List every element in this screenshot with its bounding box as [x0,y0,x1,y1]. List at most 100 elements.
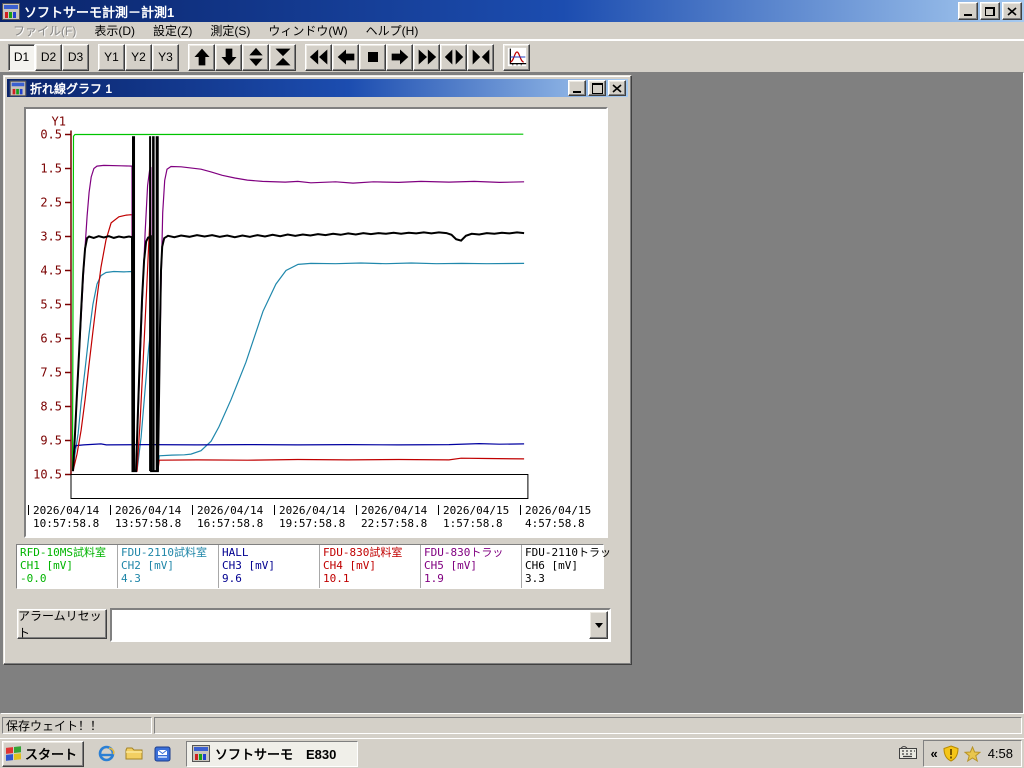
graph-maximize-button[interactable] [588,80,606,96]
compress-horizontal-button[interactable] [467,43,494,71]
x-axis-label: 2026/04/14 13:57:58.8 [110,504,192,530]
toolbar-y3-button[interactable]: Y3 [152,43,179,71]
svg-text:6.5: 6.5 [40,332,62,346]
pan-up-icon [194,48,209,66]
task-button-label: ソフトサーモ E830 [215,747,337,762]
graph-window-titlebar[interactable]: 折れ線グラフ 1 [7,79,628,97]
svg-text:3.5: 3.5 [40,230,62,244]
menu-help[interactable]: ヘルプ(H) [357,21,428,40]
legend-channel-4: FDU-830試料室 CH4 [mV] 10.1 [320,545,421,588]
menu-file[interactable]: ファイル(F) [4,21,85,40]
minimize-icon [964,14,972,16]
menu-settings[interactable]: 設定(Z) [144,21,201,40]
toolbar-d2-button[interactable]: D2 [35,43,62,71]
taskbar: スタート ソフトサーモ E830 « 4:58 [0,738,1024,768]
toolbar-d1-button[interactable]: D1 [8,43,35,71]
graph-close-button[interactable] [608,80,626,96]
toolbar-y2-button[interactable]: Y2 [125,43,152,71]
legend-channel-1: RFD-10MS試料室 CH1 [mV] -0.0 [17,545,118,588]
graph-minimize-icon [573,91,581,93]
desktop: ソフトサーモ計測－計測1 ファイル(F) 表示(D) 設定(Z) 測定(S) ウ… [0,0,1024,768]
expand-horizontal-button[interactable] [440,43,467,71]
compress-vertical-icon [275,48,290,66]
legend-channel-2: FDU-2110試料室 CH2 [mV] 4.3 [118,545,219,588]
svg-text:7.5: 7.5 [40,366,62,380]
x-axis-label: 2026/04/14 10:57:58.8 [28,504,110,530]
svg-text:2.5: 2.5 [40,196,62,210]
status-message: 保存ウェイト！！ [2,717,152,734]
pan-up-button[interactable] [188,43,215,71]
menu-window[interactable]: ウィンドウ(W) [259,21,356,40]
x-axis-label: 2026/04/14 22:57:58.8 [356,504,438,530]
pan-down-button[interactable] [215,43,242,71]
x-axis-label: 2026/04/15 1:57:58.8 [438,504,520,530]
close-button[interactable] [1002,2,1022,20]
toolbar-y1-button[interactable]: Y1 [98,43,125,71]
taskbar-clock: 4:58 [987,746,1013,761]
alarm-reset-button[interactable]: アラームリセット [17,609,107,640]
windows-logo-icon [6,745,22,762]
expand-horizontal-icon [444,49,463,65]
task-button-softthermo[interactable]: ソフトサーモ E830 [186,740,359,767]
alarm-combo-value [116,616,587,632]
step-right-button[interactable] [386,43,413,71]
expand-vertical-button[interactable] [242,43,269,71]
channel-legend: RFD-10MS試料室 CH1 [mV] -0.0 FDU-2110試料室 CH… [16,544,611,589]
rewind-button[interactable] [305,43,332,71]
alarm-combobox[interactable] [110,608,611,642]
graph-minimize-button[interactable] [568,80,586,96]
menu-view[interactable]: 表示(D) [85,21,144,40]
mdi-workspace: 折れ線グラフ 1 0.5 1.5 2.5 3.5 4.5 5.5 6.5 7.5 8.5 9.5 1… [0,72,1024,714]
compress-horizontal-icon [472,49,489,65]
restore-icon [985,6,995,16]
alarm-combo-dropdown-button[interactable] [589,611,608,639]
x-axis-label: 2026/04/14 16:57:58.8 [192,504,274,530]
graph-window-title: 折れ線グラフ 1 [30,81,113,96]
toolbar-d3-button[interactable]: D3 [62,43,89,71]
toolbar: D1 D2 D3 Y1 Y2 Y3 [0,40,1024,73]
legend-channel-6: FDU-2110トラッ CH6 [mV] 3.3 [525,546,611,585]
graph-window-icon [9,80,27,96]
window-title: ソフトサーモ計測－計測1 [24,4,175,20]
legend-channel-3: HALL CH3 [mV] 9.6 [219,545,320,588]
status-bar: 保存ウェイト！！ [0,715,1024,736]
x-axis-label: 2026/04/14 19:57:58.8 [274,504,356,530]
line-chart: 0.5 1.5 2.5 3.5 4.5 5.5 6.5 7.5 8.5 9.5 10.5 Y1 [33,115,529,499]
chart-settings-icon [507,47,526,67]
close-icon [1007,6,1017,16]
quick-launch [96,744,172,764]
system-tray: « 4:58 [923,740,1022,767]
tray-expand-chevron[interactable]: « [930,746,937,761]
fast-forward-icon [418,49,436,65]
graph-maximize-icon [591,82,603,94]
security-shield-icon[interactable] [943,745,959,762]
svg-text:Y1: Y1 [52,115,66,129]
expand-vertical-icon [248,47,263,67]
star-icon[interactable] [963,745,981,762]
chart-settings-button[interactable] [503,43,530,71]
minimize-button[interactable] [958,2,978,20]
task-app-icon [192,745,211,762]
stop-icon [367,52,378,62]
compress-vertical-button[interactable] [269,43,296,71]
restore-button[interactable] [980,2,1000,20]
keyboard-ime-icon[interactable] [899,745,918,762]
svg-text:1.5: 1.5 [40,162,62,176]
svg-text:5.5: 5.5 [40,298,62,312]
folder-icon[interactable] [124,744,144,764]
svg-text:10.5: 10.5 [33,468,62,482]
chart-panel: 0.5 1.5 2.5 3.5 4.5 5.5 6.5 7.5 8.5 9.5 10.5 Y1 202… [24,107,608,538]
legend-channel-5: FDU-830トラッ CH5 [mV] 1.9 [421,545,522,588]
svg-text:4.5: 4.5 [40,264,62,278]
start-button[interactable]: スタート [2,740,85,767]
menu-measure[interactable]: 測定(S) [201,21,259,40]
fast-forward-button[interactable] [413,43,440,71]
main-titlebar[interactable]: ソフトサーモ計測－計測1 [0,0,1024,22]
graph-window: 折れ線グラフ 1 0.5 1.5 2.5 3.5 4.5 5.5 6.5 7.5 8.5 9.5 1… [3,75,632,665]
browser-icon[interactable] [96,744,116,764]
stop-button[interactable] [359,43,386,71]
menu-bar: ファイル(F) 表示(D) 設定(Z) 測定(S) ウィンドウ(W) ヘルプ(H… [0,22,1024,40]
step-left-button[interactable] [332,43,359,71]
mail-app-icon[interactable] [152,744,172,764]
svg-text:0.5: 0.5 [40,128,62,142]
